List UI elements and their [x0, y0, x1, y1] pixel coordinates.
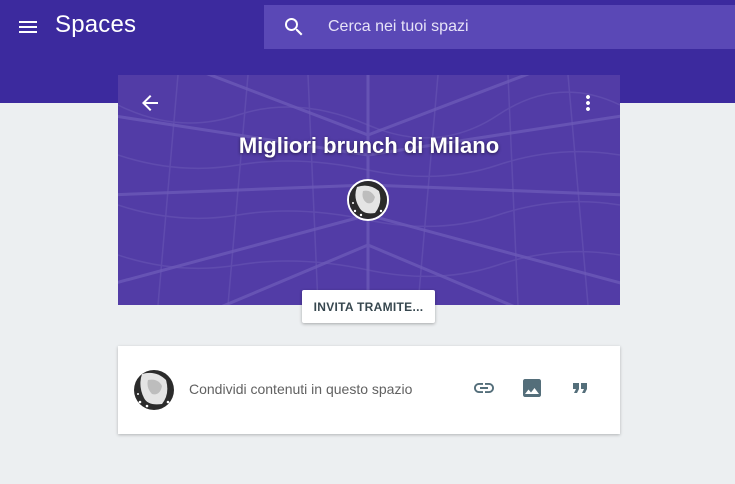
link-icon[interactable]: [472, 376, 496, 400]
search-input[interactable]: [328, 5, 718, 49]
menu-button[interactable]: [16, 15, 40, 39]
share-composer-card: Condividi contenuti in questo spazio: [118, 346, 620, 434]
search-icon[interactable]: [282, 15, 306, 39]
avatar-image: [134, 370, 174, 410]
format-quote-icon[interactable]: [568, 376, 592, 400]
app-title: Spaces: [55, 11, 137, 38]
more-vert-icon[interactable]: [576, 91, 600, 115]
share-prompt[interactable]: Condividi contenuti in questo spazio: [189, 381, 412, 397]
menu-icon: [19, 21, 37, 33]
search-bar[interactable]: [264, 5, 735, 49]
image-icon[interactable]: [520, 376, 544, 400]
invite-button[interactable]: INVITA TRAMITE...: [302, 290, 435, 323]
avatar-image: [349, 181, 387, 219]
owner-avatar[interactable]: [347, 179, 389, 221]
arrow-back-icon[interactable]: [138, 91, 162, 115]
space-title: Migliori brunch di Milano: [238, 133, 500, 158]
user-avatar: [134, 370, 174, 410]
space-header: Migliori brunch di Milano: [118, 75, 620, 305]
